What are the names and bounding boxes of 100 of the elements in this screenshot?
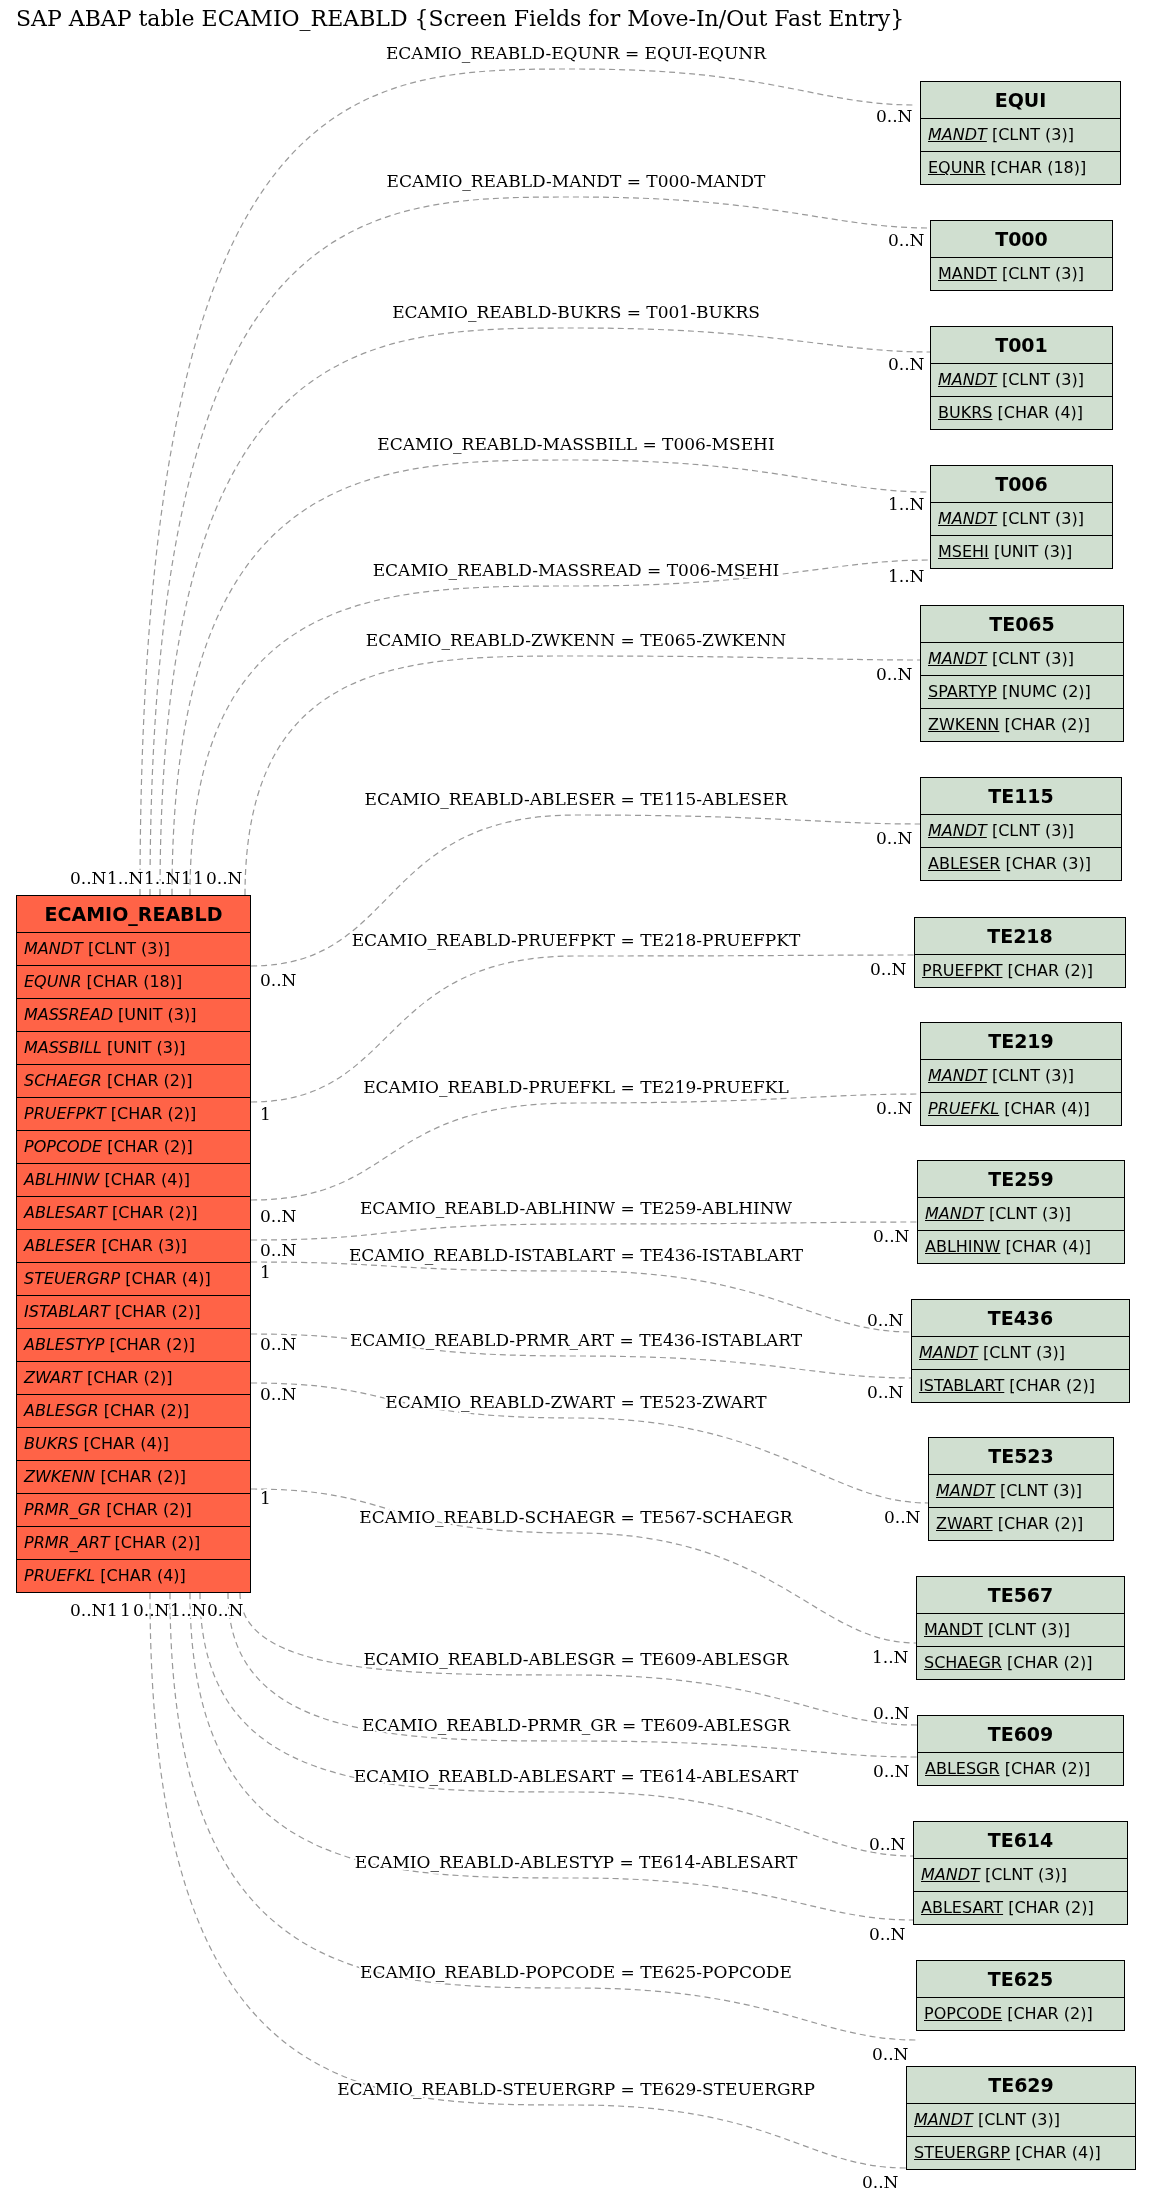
table-field: PRUEFKL [CHAR (4)] [921, 1092, 1121, 1125]
table-field: MASSREAD [UNIT (3)] [17, 998, 250, 1031]
table-field: EQUNR [CHAR (18)] [921, 151, 1120, 184]
table-name: TE523 [929, 1438, 1113, 1475]
relation-label: ECAMIO_REABLD-ABLESGR = TE609-ABLESGR [363, 1649, 789, 1669]
diagram-title: SAP ABAP table ECAMIO_REABLD {Screen Fields for Move-In/Out Fast Entry} [15, 5, 905, 31]
cardinality-label: 1 [260, 1104, 271, 1124]
cardinality-label: 0..N [260, 1240, 297, 1260]
relation-label: ECAMIO_REABLD-PRUEFKL = TE219-PRUEFKL [363, 1077, 789, 1097]
table-field: MANDT [CLNT (3)] [921, 1060, 1121, 1092]
cardinality-label: 1 [260, 1488, 271, 1508]
table-field: MANDT [CLNT (3)] [931, 258, 1112, 290]
cardinality-label: 0..N [867, 1310, 904, 1330]
table-field: ABLESER [CHAR (3)] [17, 1229, 250, 1262]
table-field: MANDT [CLNT (3)] [931, 364, 1112, 396]
cardinality-label: 0..N [876, 1098, 913, 1118]
cardinality-label: 0..N [876, 828, 913, 848]
table-name: TE625 [917, 1961, 1124, 1998]
relation-label: ECAMIO_REABLD-ABLESTYP = TE614-ABLESART [354, 1852, 798, 1872]
cardinality-label: 0..N [869, 1924, 906, 1944]
table-field: ABLESGR [CHAR (2)] [17, 1394, 250, 1427]
table-field: MANDT [CLNT (3)] [917, 1614, 1124, 1646]
cardinality-label: 1 [107, 1600, 118, 1620]
table-field: MANDT [CLNT (3)] [912, 1337, 1129, 1369]
cardinality-label: 0..N [888, 230, 925, 250]
cardinality-label: 1..N [144, 868, 181, 888]
cardinality-label: 0..N [70, 868, 107, 888]
table-name: TE436 [912, 1300, 1129, 1337]
relation-label: ECAMIO_REABLD-STEUERGRP = TE629-STEUERGRP [337, 2079, 815, 2099]
table-field: MSEHI [UNIT (3)] [931, 535, 1112, 568]
table-field: ISTABLART [CHAR (2)] [17, 1295, 250, 1328]
relation-label: ECAMIO_REABLD-ZWKENN = TE065-ZWKENN [365, 630, 787, 650]
table-field: PRUEFPKT [CHAR (2)] [17, 1097, 250, 1130]
cardinality-label: 0..N [260, 1334, 297, 1354]
relation-label: ECAMIO_REABLD-MASSBILL = T006-MSEHI [377, 434, 775, 454]
table-field: PRUEFKL [CHAR (4)] [17, 1559, 250, 1592]
cardinality-label: 1..N [872, 1647, 909, 1667]
table-name: TE567 [917, 1577, 1124, 1614]
table-name: T006 [931, 466, 1112, 503]
table-field: ZWART [CHAR (2)] [929, 1507, 1113, 1540]
table-name: TE614 [914, 1822, 1127, 1859]
table-field: SCHAEGR [CHAR (2)] [917, 1646, 1124, 1679]
table-field: ABLESTYP [CHAR (2)] [17, 1328, 250, 1361]
table-name: TE065 [921, 606, 1123, 643]
table-field: ABLESGR [CHAR (2)] [918, 1753, 1123, 1785]
cardinality-label: 0..N [862, 2172, 899, 2192]
cardinality-label: 0..N [70, 1600, 107, 1620]
cardinality-label: 1 [120, 1600, 131, 1620]
cardinality-label: 0..N [869, 1834, 906, 1854]
cardinality-label: 0..N [206, 868, 243, 888]
relation-label: ECAMIO_REABLD-ABLHINW = TE259-ABLHINW [359, 1198, 793, 1218]
table-field: ABLESER [CHAR (3)] [921, 847, 1121, 880]
cardinality-label: 1 [181, 868, 192, 888]
cardinality-label: 0..N [260, 1206, 297, 1226]
cardinality-label: 0..N [870, 959, 907, 979]
table-field: MANDT [CLNT (3)] [17, 933, 250, 965]
table-field: ABLESART [CHAR (2)] [17, 1196, 250, 1229]
table-name: T000 [931, 221, 1112, 258]
relation-label: ECAMIO_REABLD-BUKRS = T001-BUKRS [392, 302, 760, 322]
table-field: PRMR_GR [CHAR (2)] [17, 1493, 250, 1526]
table-field: BUKRS [CHAR (4)] [17, 1427, 250, 1460]
table-field: MANDT [CLNT (3)] [907, 2104, 1135, 2136]
relation-label: ECAMIO_REABLD-SCHAEGR = TE567-SCHAEGR [359, 1507, 793, 1527]
cardinality-label: 0..N [260, 970, 297, 990]
table-field: PRMR_ART [CHAR (2)] [17, 1526, 250, 1559]
table-field: STEUERGRP [CHAR (4)] [17, 1262, 250, 1295]
table-field: MANDT [CLNT (3)] [921, 119, 1120, 151]
table-name: ECAMIO_REABLD [17, 896, 250, 933]
table-field: PRUEFPKT [CHAR (2)] [915, 955, 1125, 987]
cardinality-label: 1 [260, 1262, 271, 1282]
table-field: MANDT [CLNT (3)] [921, 815, 1121, 847]
relation-label: ECAMIO_REABLD-ISTABLART = TE436-ISTABLART [348, 1245, 804, 1265]
relation-label: ECAMIO_REABLD-MANDT = T000-MANDT [386, 171, 766, 191]
table-field: MASSBILL [UNIT (3)] [17, 1031, 250, 1064]
cardinality-label: 0..N [876, 664, 913, 684]
cardinality-label: 0..N [876, 106, 913, 126]
cardinality-label: 0..N [133, 1600, 170, 1620]
table-field: MANDT [CLNT (3)] [921, 643, 1123, 675]
table-name: TE629 [907, 2067, 1135, 2104]
table-field: POPCODE [CHAR (2)] [17, 1130, 250, 1163]
cardinality-label: 0..N [873, 1226, 910, 1246]
cardinality-label: 1..N [888, 494, 925, 514]
relation-label: ECAMIO_REABLD-POPCODE = TE625-POPCODE [360, 1962, 792, 1982]
table-field: ABLESART [CHAR (2)] [914, 1891, 1127, 1924]
relation-label: ECAMIO_REABLD-EQUNR = EQUI-EQUNR [385, 43, 767, 63]
table-field: POPCODE [CHAR (2)] [917, 1998, 1124, 2030]
table-field: BUKRS [CHAR (4)] [931, 396, 1112, 429]
table-name: TE218 [915, 918, 1125, 955]
relation-label: ECAMIO_REABLD-ABLESART = TE614-ABLESART [353, 1766, 799, 1786]
cardinality-label: 0..N [872, 2044, 909, 2064]
table-name: TE115 [921, 778, 1121, 815]
cardinality-label: 1..N [888, 566, 925, 586]
table-name: EQUI [921, 82, 1120, 119]
relation-label: ECAMIO_REABLD-ZWART = TE523-ZWART [385, 1392, 767, 1412]
table-field: ISTABLART [CHAR (2)] [912, 1369, 1129, 1402]
relation-label: ECAMIO_REABLD-ABLESER = TE115-ABLESER [364, 789, 788, 809]
table-field: ZWART [CHAR (2)] [17, 1361, 250, 1394]
cardinality-label: 0..N [207, 1600, 244, 1620]
cardinality-label: 1 [193, 868, 204, 888]
table-field: MANDT [CLNT (3)] [931, 503, 1112, 535]
